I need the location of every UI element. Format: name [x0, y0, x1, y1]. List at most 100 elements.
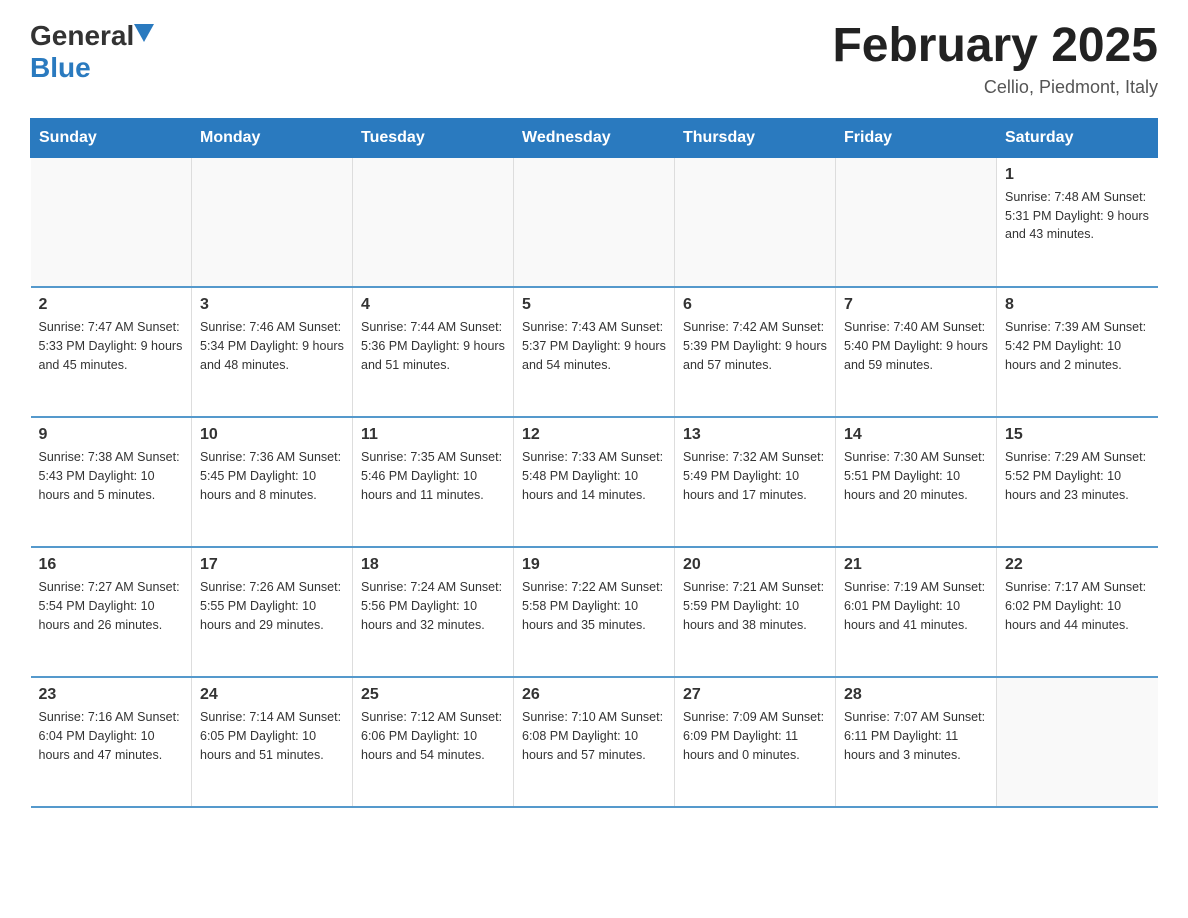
day-info: Sunrise: 7:43 AM Sunset: 5:37 PM Dayligh… [522, 318, 666, 374]
calendar-cell: 27 Sunrise: 7:09 AM Sunset: 6:09 PM Dayli… [675, 677, 836, 807]
day-number: 2 [39, 296, 184, 314]
day-info: Sunrise: 7:26 AM Sunset: 5:55 PM Dayligh… [200, 578, 344, 634]
day-number: 1 [1005, 166, 1150, 184]
day-info: Sunrise: 7:35 AM Sunset: 5:46 PM Dayligh… [361, 448, 505, 504]
day-number: 10 [200, 426, 344, 444]
calendar-week-row: 2Sunrise: 7:47 AM Sunset: 5:33 PM Daylig… [31, 287, 1158, 417]
calendar-cell [836, 157, 997, 287]
calendar-table: SundayMondayTuesdayWednesdayThursdayFrid… [30, 118, 1158, 809]
day-info: Sunrise: 7:33 AM Sunset: 5:48 PM Dayligh… [522, 448, 666, 504]
calendar-cell: 9 Sunrise: 7:38 AM Sunset: 5:43 PM Daylig… [31, 417, 192, 547]
day-number: 22 [1005, 556, 1150, 574]
calendar-cell: 24Sunrise: 7:14 AM Sunset: 6:05 PM Dayli… [192, 677, 353, 807]
calendar-cell: 16Sunrise: 7:27 AM Sunset: 5:54 PM Dayli… [31, 547, 192, 677]
day-number: 8 [1005, 296, 1150, 314]
day-number: 11 [361, 426, 505, 444]
day-number: 25 [361, 686, 505, 704]
calendar-cell: 22 Sunrise: 7:17 AM Sunset: 6:02 PM Dayli… [997, 547, 1158, 677]
logo: General Blue [30, 20, 154, 84]
day-info: Sunrise: 7:30 AM Sunset: 5:51 PM Dayligh… [844, 448, 988, 504]
day-number: 6 [683, 296, 827, 314]
day-info: Sunrise: 7:24 AM Sunset: 5:56 PM Dayligh… [361, 578, 505, 634]
page-header: General Blue February 2025 Cellio, Piedm… [30, 20, 1158, 98]
title-block: February 2025 Cellio, Piedmont, Italy [832, 20, 1158, 98]
calendar-cell: 20 Sunrise: 7:21 AM Sunset: 5:59 PM Dayli… [675, 547, 836, 677]
day-number: 9 [39, 426, 184, 444]
calendar-week-row: 16Sunrise: 7:27 AM Sunset: 5:54 PM Dayli… [31, 547, 1158, 677]
day-info: Sunrise: 7:27 AM Sunset: 5:54 PM Dayligh… [39, 578, 184, 634]
day-number: 18 [361, 556, 505, 574]
calendar-cell: 6 Sunrise: 7:42 AM Sunset: 5:39 PM Daylig… [675, 287, 836, 417]
day-info: Sunrise: 7:07 AM Sunset: 6:11 PM Dayligh… [844, 708, 988, 764]
day-number: 17 [200, 556, 344, 574]
calendar-cell: 8 Sunrise: 7:39 AM Sunset: 5:42 PM Daylig… [997, 287, 1158, 417]
calendar-cell [997, 677, 1158, 807]
day-info: Sunrise: 7:22 AM Sunset: 5:58 PM Dayligh… [522, 578, 666, 634]
day-number: 21 [844, 556, 988, 574]
day-info: Sunrise: 7:36 AM Sunset: 5:45 PM Dayligh… [200, 448, 344, 504]
calendar-cell [31, 157, 192, 287]
day-info: Sunrise: 7:46 AM Sunset: 5:34 PM Dayligh… [200, 318, 344, 374]
calendar-cell: 11 Sunrise: 7:35 AM Sunset: 5:46 PM Dayli… [353, 417, 514, 547]
calendar-cell: 12 Sunrise: 7:33 AM Sunset: 5:48 PM Dayli… [514, 417, 675, 547]
calendar-cell: 13 Sunrise: 7:32 AM Sunset: 5:49 PM Dayli… [675, 417, 836, 547]
day-of-week-header: Thursday [675, 118, 836, 157]
day-info: Sunrise: 7:21 AM Sunset: 5:59 PM Dayligh… [683, 578, 827, 634]
calendar-cell [192, 157, 353, 287]
logo-triangle-icon [134, 24, 154, 42]
calendar-cell: 17 Sunrise: 7:26 AM Sunset: 5:55 PM Dayli… [192, 547, 353, 677]
day-info: Sunrise: 7:09 AM Sunset: 6:09 PM Dayligh… [683, 708, 827, 764]
calendar-cell: 19 Sunrise: 7:22 AM Sunset: 5:58 PM Dayli… [514, 547, 675, 677]
day-number: 20 [683, 556, 827, 574]
day-number: 13 [683, 426, 827, 444]
calendar-cell: 18 Sunrise: 7:24 AM Sunset: 5:56 PM Dayli… [353, 547, 514, 677]
calendar-body: 1 Sunrise: 7:48 AM Sunset: 5:31 PM Daylig… [31, 157, 1158, 807]
location-subtitle: Cellio, Piedmont, Italy [832, 77, 1158, 98]
day-number: 19 [522, 556, 666, 574]
day-number: 23 [39, 686, 184, 704]
day-info: Sunrise: 7:44 AM Sunset: 5:36 PM Dayligh… [361, 318, 505, 374]
day-info: Sunrise: 7:17 AM Sunset: 6:02 PM Dayligh… [1005, 578, 1150, 634]
calendar-cell [353, 157, 514, 287]
calendar-cell: 14 Sunrise: 7:30 AM Sunset: 5:51 PM Dayli… [836, 417, 997, 547]
day-info: Sunrise: 7:10 AM Sunset: 6:08 PM Dayligh… [522, 708, 666, 764]
day-number: 12 [522, 426, 666, 444]
day-of-week-header: Sunday [31, 118, 192, 157]
calendar-cell: 1 Sunrise: 7:48 AM Sunset: 5:31 PM Daylig… [997, 157, 1158, 287]
day-info: Sunrise: 7:12 AM Sunset: 6:06 PM Dayligh… [361, 708, 505, 764]
calendar-cell: 7Sunrise: 7:40 AM Sunset: 5:40 PM Daylig… [836, 287, 997, 417]
calendar-cell: 28Sunrise: 7:07 AM Sunset: 6:11 PM Dayli… [836, 677, 997, 807]
day-number: 3 [200, 296, 344, 314]
month-title: February 2025 [832, 20, 1158, 73]
day-info: Sunrise: 7:16 AM Sunset: 6:04 PM Dayligh… [39, 708, 184, 764]
day-info: Sunrise: 7:39 AM Sunset: 5:42 PM Dayligh… [1005, 318, 1150, 374]
day-info: Sunrise: 7:42 AM Sunset: 5:39 PM Dayligh… [683, 318, 827, 374]
day-number: 14 [844, 426, 988, 444]
calendar-cell [675, 157, 836, 287]
day-of-week-header: Wednesday [514, 118, 675, 157]
logo-blue-text: Blue [30, 52, 91, 84]
day-number: 26 [522, 686, 666, 704]
calendar-header: SundayMondayTuesdayWednesdayThursdayFrid… [31, 118, 1158, 157]
day-number: 7 [844, 296, 988, 314]
calendar-cell: 26 Sunrise: 7:10 AM Sunset: 6:08 PM Dayli… [514, 677, 675, 807]
calendar-cell: 2Sunrise: 7:47 AM Sunset: 5:33 PM Daylig… [31, 287, 192, 417]
day-of-week-header: Saturday [997, 118, 1158, 157]
calendar-cell: 15Sunrise: 7:29 AM Sunset: 5:52 PM Dayli… [997, 417, 1158, 547]
calendar-week-row: 9 Sunrise: 7:38 AM Sunset: 5:43 PM Daylig… [31, 417, 1158, 547]
calendar-cell: 21Sunrise: 7:19 AM Sunset: 6:01 PM Dayli… [836, 547, 997, 677]
day-info: Sunrise: 7:38 AM Sunset: 5:43 PM Dayligh… [39, 448, 184, 504]
days-of-week-row: SundayMondayTuesdayWednesdayThursdayFrid… [31, 118, 1158, 157]
calendar-week-row: 1 Sunrise: 7:48 AM Sunset: 5:31 PM Daylig… [31, 157, 1158, 287]
day-number: 15 [1005, 426, 1150, 444]
logo-general-text: General [30, 20, 134, 52]
day-info: Sunrise: 7:32 AM Sunset: 5:49 PM Dayligh… [683, 448, 827, 504]
day-number: 27 [683, 686, 827, 704]
calendar-cell: 10 Sunrise: 7:36 AM Sunset: 5:45 PM Dayli… [192, 417, 353, 547]
day-info: Sunrise: 7:48 AM Sunset: 5:31 PM Dayligh… [1005, 188, 1150, 244]
day-info: Sunrise: 7:14 AM Sunset: 6:05 PM Dayligh… [200, 708, 344, 764]
calendar-cell: 5Sunrise: 7:43 AM Sunset: 5:37 PM Daylig… [514, 287, 675, 417]
calendar-cell: 25 Sunrise: 7:12 AM Sunset: 6:06 PM Dayli… [353, 677, 514, 807]
day-of-week-header: Monday [192, 118, 353, 157]
day-of-week-header: Tuesday [353, 118, 514, 157]
